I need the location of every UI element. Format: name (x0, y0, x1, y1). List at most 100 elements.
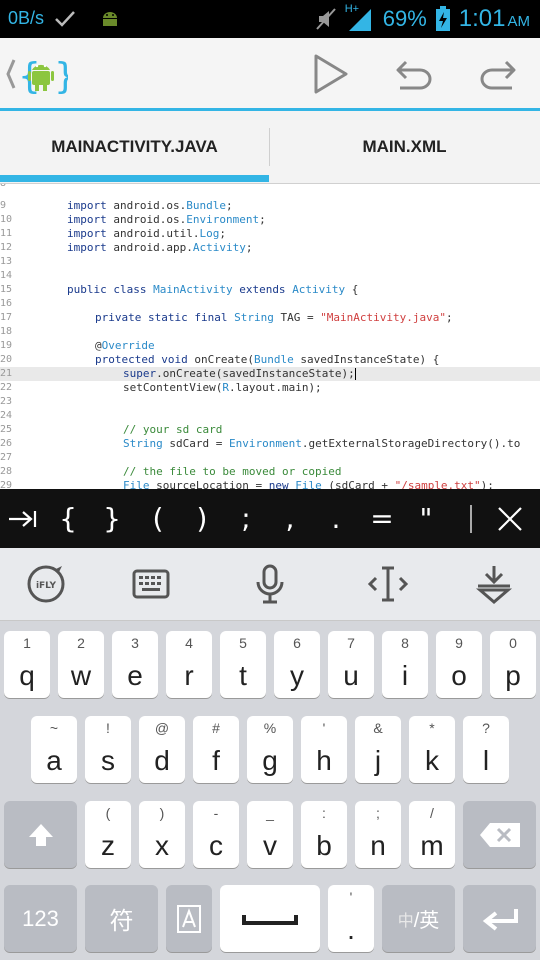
line-number: 25 (0, 424, 13, 435)
tab-mainactivity-java[interactable]: MAINACTIVITY.JAVA (0, 111, 269, 183)
code-line: 24 (0, 409, 540, 423)
status-left: 0B/s (8, 8, 120, 29)
network-speed: 0B/s (8, 8, 45, 28)
tab-key[interactable] (0, 489, 44, 548)
key-r[interactable]: 4r (166, 631, 212, 698)
shift-key[interactable] (4, 801, 77, 868)
line-number: 18 (0, 326, 13, 337)
code-line: 17 private static final String TAG = "Mai… (0, 311, 453, 324)
status-right: H+ 69% 1:01 AM (315, 3, 531, 34)
symbol-key[interactable]: { (48, 489, 88, 548)
key-f[interactable]: # f (193, 716, 239, 783)
symbol-key[interactable]: ) (182, 489, 222, 548)
key-u[interactable]: 7u (328, 631, 374, 698)
cursor-move-button[interactable] (366, 562, 410, 606)
run-button[interactable] (308, 52, 352, 96)
key-w[interactable]: 2w (58, 631, 104, 698)
key-h[interactable]: ' h (301, 716, 347, 783)
backspace-key[interactable] (463, 801, 536, 868)
tab-main-xml[interactable]: MAIN.XML (270, 111, 539, 183)
key-d[interactable]: @ d (139, 716, 185, 783)
key-j[interactable]: & j (355, 716, 401, 783)
code-line: 18 (0, 325, 540, 339)
key-z[interactable]: (z (85, 801, 131, 868)
line-number: 8 (0, 184, 30, 191)
symbols-key[interactable]: 符 (85, 885, 158, 952)
key-g[interactable]: % g (247, 716, 293, 783)
line-number: 10 (0, 214, 13, 225)
key-n[interactable]: ; n (355, 801, 401, 868)
line-number: 23 (0, 396, 13, 407)
action-bar: { } (0, 38, 540, 111)
battery-percent: 69% (382, 6, 427, 31)
redo-button[interactable] (476, 52, 520, 96)
close-symbol-bar-button[interactable] (488, 489, 532, 548)
space-key[interactable] (220, 885, 320, 952)
redo-icon (480, 60, 516, 90)
key-v[interactable]: _ v (247, 801, 293, 868)
symbol-key[interactable]: = (362, 489, 402, 548)
voice-input-button[interactable] (248, 562, 292, 606)
period-key[interactable]: '. (328, 885, 374, 952)
key-x[interactable]: ) x (139, 801, 185, 868)
key-t[interactable]: 5t (220, 631, 266, 698)
key-q[interactable]: 1q (4, 631, 50, 698)
key-l[interactable]: ? l (463, 716, 509, 783)
clock-ampm: AM (507, 13, 531, 30)
code-line: 19 @Override (0, 339, 155, 352)
hide-keyboard-button[interactable] (472, 562, 516, 606)
symbol-key[interactable]: ( (138, 489, 178, 548)
symbol-key[interactable]: ; (226, 489, 266, 548)
enter-key[interactable] (463, 885, 536, 952)
line-number: 29 (0, 480, 13, 489)
code-line: 27 (0, 451, 540, 465)
text-cursor-icon (367, 566, 409, 602)
symbol-key[interactable]: } (92, 489, 132, 548)
code-line: 28// the file to be moved or copied (0, 465, 342, 478)
key-o[interactable]: 9o (436, 631, 482, 698)
code-line: 23 (0, 395, 540, 409)
symbol-key[interactable]: , (270, 489, 310, 548)
tab-icon (9, 510, 37, 527)
ifly-logo-icon: iFLY (27, 565, 65, 603)
mute-icon (315, 8, 336, 30)
microphone-icon (256, 564, 284, 604)
enter-icon (482, 908, 518, 931)
numbers-key[interactable]: 123 (4, 885, 77, 952)
symbol-key[interactable]: . (316, 489, 356, 548)
key-s[interactable]: ! s (85, 716, 131, 783)
soft-keyboard: 1q 2w 3e 4r 5t 6y 7u 8i 9o 0p ~ a ! s @ d #… (0, 621, 540, 960)
symbol-key[interactable]: " (406, 489, 446, 548)
svg-text:iFLY: iFLY (36, 581, 57, 591)
line-number: 14 (0, 270, 13, 281)
ifly-button[interactable]: iFLY (24, 562, 68, 606)
text-select-icon (177, 904, 201, 933)
key-p[interactable]: 0p (490, 631, 536, 698)
app-home-button[interactable]: { } (4, 48, 77, 100)
key-i[interactable]: 8i (382, 631, 428, 698)
code-line: 14 (0, 269, 540, 283)
symbol-bar-divider (470, 505, 472, 533)
key-c[interactable]: -c (193, 801, 239, 868)
key-b[interactable]: :b (301, 801, 347, 868)
line-number: 28 (0, 466, 13, 477)
close-icon (498, 506, 522, 531)
key-k[interactable]: * k (409, 716, 455, 783)
code-editor[interactable]: 8 9import android.os.Bundle; 10import an… (0, 184, 540, 489)
language-switch-key[interactable]: 中/英 (382, 885, 455, 952)
undo-button[interactable] (392, 52, 436, 96)
code-line: 11 import android.util.Log; (0, 227, 226, 240)
key-m[interactable]: / m (409, 801, 455, 868)
key-y[interactable]: 6y (274, 631, 320, 698)
code-line: 26 String sdCard = Environment.getExterna… (0, 437, 521, 450)
keyboard-switch-button[interactable] (129, 562, 173, 606)
line-number: 16 (0, 298, 13, 309)
key-a[interactable]: ~ a (31, 716, 77, 783)
code-line: 9 import android.os.Bundle; (0, 199, 233, 212)
line-number: 21 (0, 368, 13, 379)
code-line: 10 import android.os.Environment; (0, 213, 266, 226)
line-number: 13 (0, 256, 13, 267)
key-e[interactable]: 3e (112, 631, 158, 698)
line-number: 19 (0, 340, 13, 351)
text-selection-key[interactable] (166, 885, 212, 952)
